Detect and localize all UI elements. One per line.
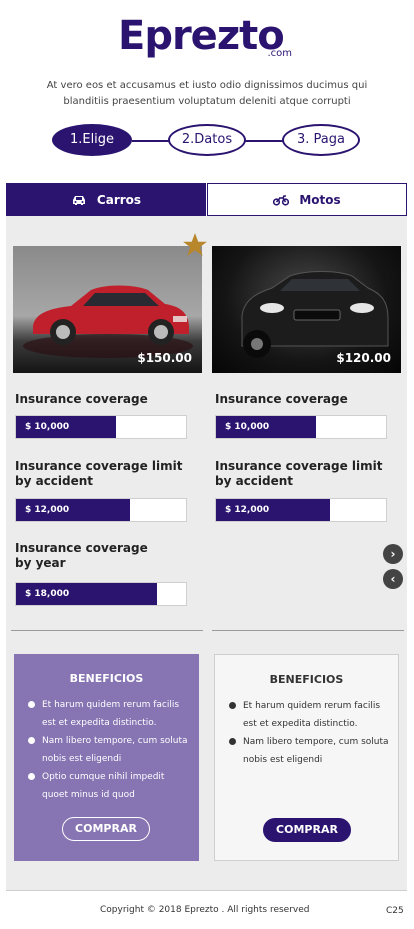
buy-button[interactable]: COMPRAR bbox=[62, 817, 150, 841]
featured-star-icon bbox=[183, 233, 207, 256]
coverage-label: Insurance coverage bbox=[15, 392, 148, 406]
benefit-item: Nam libero tempore, cum soluta nobis est… bbox=[28, 732, 192, 768]
coverage-label: Insurance coverage bbox=[215, 392, 348, 406]
coverage-year-value: $ 18,000 bbox=[25, 589, 70, 599]
motorcycle-icon bbox=[273, 194, 290, 206]
coverage-limit-label-line1: Insurance coverage limit bbox=[215, 459, 383, 473]
page-code: C25 bbox=[386, 906, 404, 916]
car-icon bbox=[72, 195, 85, 205]
benefit-item: Optio cumque nihil impedit quoet minus i… bbox=[28, 768, 192, 804]
benefit-item: Et harum quidem rerum facilis est et exp… bbox=[229, 697, 393, 733]
car-price-red: $150.00 bbox=[137, 351, 192, 365]
logo-suffix: .com bbox=[267, 48, 292, 59]
footer-divider bbox=[6, 890, 407, 891]
divider bbox=[212, 630, 404, 631]
vehicle-tabs: Carros Motos bbox=[6, 183, 407, 216]
coverage-year-label-line2: by year bbox=[15, 556, 66, 570]
chevron-right-icon: › bbox=[390, 547, 396, 561]
tab-motos[interactable]: Motos bbox=[207, 183, 407, 216]
coverage-limit-label: Insurance coverage limit by accident bbox=[15, 459, 183, 489]
copyright-text: Copyright © 2018 Eprezto . All rights re… bbox=[100, 905, 310, 915]
step-progress: 1.Elige 2.Datos 3. Paga bbox=[52, 124, 362, 158]
tab-carros-label: Carros bbox=[96, 192, 142, 207]
coverage-value: $ 10,000 bbox=[225, 422, 270, 432]
benefits-list: Et harum quidem rerum facilis est et exp… bbox=[229, 697, 393, 769]
coverage-year-label: Insurance coverage by year bbox=[15, 541, 148, 571]
coverage-bar[interactable]: $ 10,000 bbox=[15, 415, 187, 439]
chevron-left-icon: ‹ bbox=[390, 572, 396, 586]
step-connector bbox=[244, 140, 284, 142]
benefit-item: Nam libero tempore, cum soluta nobis est… bbox=[229, 733, 393, 769]
next-arrow-button[interactable]: › bbox=[383, 544, 403, 564]
coverage-limit-label-line1: Insurance coverage limit bbox=[15, 459, 183, 473]
benefits-list: Et harum quidem rerum facilis est et exp… bbox=[28, 696, 192, 804]
coverage-limit-label: Insurance coverage limit by accident bbox=[215, 459, 383, 489]
coverage-year-bar[interactable]: $ 18,000 bbox=[15, 582, 187, 606]
prev-arrow-button[interactable]: ‹ bbox=[383, 569, 403, 589]
benefits-title: BENEFICIOS bbox=[69, 672, 144, 685]
coverage-limit-label-line2: by accident bbox=[15, 474, 94, 488]
car-image-black[interactable]: $120.00 bbox=[212, 246, 401, 373]
tab-carros[interactable]: Carros bbox=[6, 183, 206, 216]
step-elige[interactable]: 1.Elige bbox=[52, 124, 132, 156]
coverage-limit-bar[interactable]: $ 12,000 bbox=[15, 498, 187, 522]
coverage-bar[interactable]: $ 10,000 bbox=[215, 415, 387, 439]
benefits-card: BENEFICIOS Et harum quidem rerum facilis… bbox=[214, 654, 399, 861]
coverage-limit-value: $ 12,000 bbox=[225, 505, 270, 515]
coverage-limit-value: $ 12,000 bbox=[25, 505, 70, 515]
coverage-limit-bar[interactable]: $ 12,000 bbox=[215, 498, 387, 522]
benefits-title: BENEFICIOS bbox=[269, 673, 344, 686]
step-connector bbox=[132, 140, 172, 142]
car-price-black: $120.00 bbox=[336, 351, 391, 365]
logo-text: Eprezto bbox=[118, 13, 285, 59]
coverage-year-label-line1: Insurance coverage bbox=[15, 541, 148, 555]
step-paga[interactable]: 3. Paga bbox=[282, 124, 360, 156]
tab-motos-label: Motos bbox=[299, 192, 341, 207]
coverage-value: $ 10,000 bbox=[25, 422, 70, 432]
logo[interactable]: Eprezto .com bbox=[118, 14, 298, 60]
divider bbox=[11, 630, 203, 631]
step-datos[interactable]: 2.Datos bbox=[168, 124, 246, 156]
intro-text: At vero eos et accusamus et iusto odio d… bbox=[46, 80, 368, 107]
benefit-item: Et harum quidem rerum facilis est et exp… bbox=[28, 696, 192, 732]
coverage-limit-label-line2: by accident bbox=[215, 474, 294, 488]
plans-panel: $150.00 $120.00 Insurance coverage $ 10,… bbox=[6, 216, 407, 890]
benefits-card-featured: BENEFICIOS Et harum quidem rerum facilis… bbox=[14, 654, 199, 861]
car-image-red[interactable]: $150.00 bbox=[13, 246, 202, 373]
buy-button[interactable]: COMPRAR bbox=[263, 818, 351, 842]
